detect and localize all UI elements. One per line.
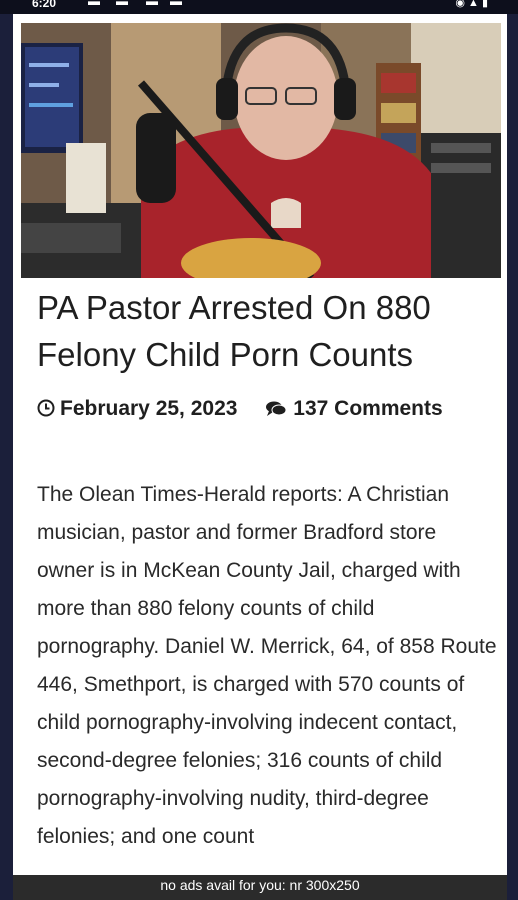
article-photo[interactable] <box>21 23 501 278</box>
article-headline[interactable]: PA Pastor Arrested On 880 Felony Child P… <box>37 284 497 378</box>
notification-icon: ▬ <box>170 0 182 8</box>
battery-icon: ▮ <box>481 0 488 9</box>
article-date: February 25, 2023 <box>60 397 238 420</box>
article-body: The Olean Times-Herald reports: A Christ… <box>37 483 497 848</box>
comments-link[interactable]: 137 Comments <box>293 397 442 420</box>
right-frame <box>507 14 518 900</box>
article-card: PA Pastor Arrested On 880 Felony Child P… <box>13 14 507 875</box>
ad-banner[interactable]: no ads avail for you: nr 300x250 <box>13 875 507 900</box>
status-icons: ◉ ▲ ▮ <box>455 0 488 9</box>
left-frame <box>0 14 13 900</box>
notification-icon: ▬ <box>146 0 158 8</box>
wifi-icon: ◉ <box>455 0 465 9</box>
signal-icon: ▲ <box>467 0 479 9</box>
notification-icon: ▬ <box>116 0 128 8</box>
status-bar: 6:20 ▬ ▬ ▬ ▬ ◉ ▲ ▮ <box>0 0 518 14</box>
status-time: 6:20 <box>32 0 57 10</box>
notification-icon: ▬ <box>88 0 100 8</box>
comments-icon <box>266 401 287 416</box>
article-meta: February 25, 2023 137 Comments <box>37 397 443 423</box>
clock-icon <box>37 399 55 417</box>
